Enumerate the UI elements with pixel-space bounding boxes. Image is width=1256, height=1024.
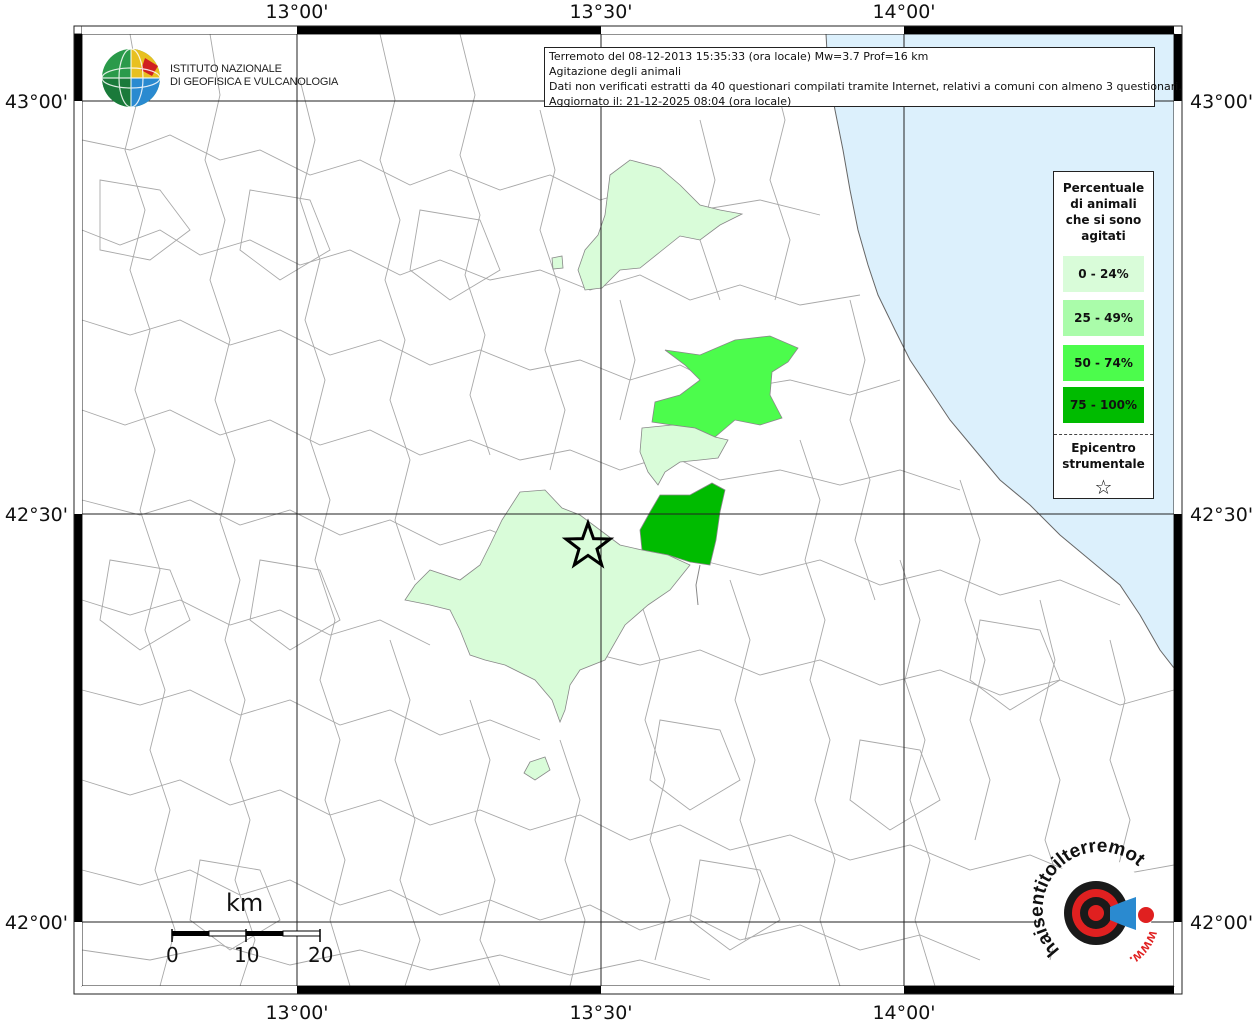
- legend-class-3: 75 - 100%: [1063, 387, 1144, 423]
- tick-top-1330: 13°30': [569, 1, 632, 23]
- scale-tick-10: 10: [234, 943, 260, 967]
- scale-tick-20: 20: [308, 943, 334, 967]
- legend-class-0: 0 - 24%: [1063, 256, 1144, 292]
- ingv-logo-icon: [101, 48, 161, 108]
- tick-left-4300: 43°00': [5, 91, 68, 113]
- header-line-topic: Agitazione degli animali: [549, 65, 682, 78]
- scale-unit: km: [226, 889, 264, 917]
- tick-bottom-1400: 14°00': [872, 1002, 935, 1024]
- scale-tick-0: 0: [166, 943, 179, 967]
- tick-top-1300: 13°00': [265, 1, 328, 23]
- legend-class-2: 50 - 74%: [1063, 345, 1144, 381]
- header-line-note: Dati non verificati estratti da 40 quest…: [549, 80, 1182, 93]
- tick-right-4300: 43°00': [1190, 91, 1253, 113]
- ingv-logo-line1: ISTITUTO NAZIONALE: [170, 63, 282, 75]
- tick-right-4200: 42°00': [1190, 912, 1253, 934]
- municipality-class-0-small: [551, 255, 564, 270]
- tick-left-4230: 42°30': [5, 504, 68, 526]
- legend-star-icon: ☆: [1094, 475, 1113, 499]
- ingv-logo-line2: DI GEOFISICA E VULCANOLOGIA: [170, 76, 339, 88]
- header-line-event: Terremoto del 08-12-2013 15:35:33 (ora l…: [549, 50, 929, 63]
- tick-bottom-1330: 13°30': [569, 1002, 632, 1024]
- event-header: Terremoto del 08-12-2013 15:35:33 (ora l…: [544, 47, 1182, 108]
- tick-left-4200: 42°00': [5, 912, 68, 934]
- legend-separator: [1054, 434, 1153, 435]
- map: 13°00' 13°30' 14°00' 13°00' 13°30' 14°00…: [0, 0, 1253, 1024]
- legend-epicenter-label: Epicentro strumentale: [1062, 441, 1145, 471]
- tick-right-4230: 42°30': [1190, 504, 1253, 526]
- tick-bottom-1300: 13°00': [265, 1002, 328, 1024]
- legend: Percentuale di animali che si sono agita…: [1053, 171, 1154, 499]
- tick-top-1400: 14°00': [872, 1, 935, 23]
- header-line-updated: Aggiornato il: 21-12-2025 08:04 (ora loc…: [549, 95, 792, 108]
- legend-class-1: 25 - 49%: [1063, 300, 1144, 336]
- ingv-logo-text: ISTITUTO NAZIONALE DI GEOFISICA E VULCAN…: [170, 63, 338, 89]
- legend-title: Percentuale di animali che si sono agita…: [1062, 181, 1145, 243]
